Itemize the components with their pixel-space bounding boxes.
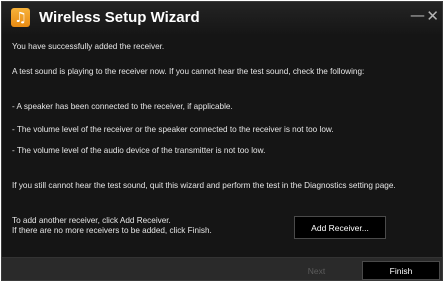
add-receiver-button[interactable]: Add Receiver... (294, 216, 386, 239)
title-bar[interactable]: ♫ Wireless Setup Wizard — ✕ (2, 2, 442, 34)
test-sound-message: A test sound is playing to the receiver … (12, 67, 365, 76)
add-receiver-instructions: To add another receiver, click Add Recei… (12, 216, 212, 236)
music-note-icon: ♫ (11, 8, 30, 27)
diagnostics-message: If you still cannot hear the test sound,… (12, 181, 396, 190)
close-icon[interactable]: ✕ (426, 7, 439, 25)
next-button[interactable]: Next (280, 261, 353, 280)
success-message: You have successfully added the receiver… (12, 42, 165, 51)
finish-instruction-line: If there are no more receivers to be add… (12, 226, 212, 235)
wizard-window: ♫ Wireless Setup Wizard — ✕ You have suc… (1, 1, 443, 281)
minimize-icon[interactable]: — (410, 6, 425, 24)
check-item-speaker: - A speaker has been connected to the re… (12, 102, 233, 111)
check-item-receiver-volume: - The volume level of the receiver or th… (12, 125, 334, 134)
check-item-transmitter-volume: - The volume level of the audio device o… (12, 146, 266, 155)
window-title: Wireless Setup Wizard (39, 9, 200, 26)
finish-button[interactable]: Finish (362, 261, 440, 280)
add-instruction-line: To add another receiver, click Add Recei… (12, 216, 171, 225)
